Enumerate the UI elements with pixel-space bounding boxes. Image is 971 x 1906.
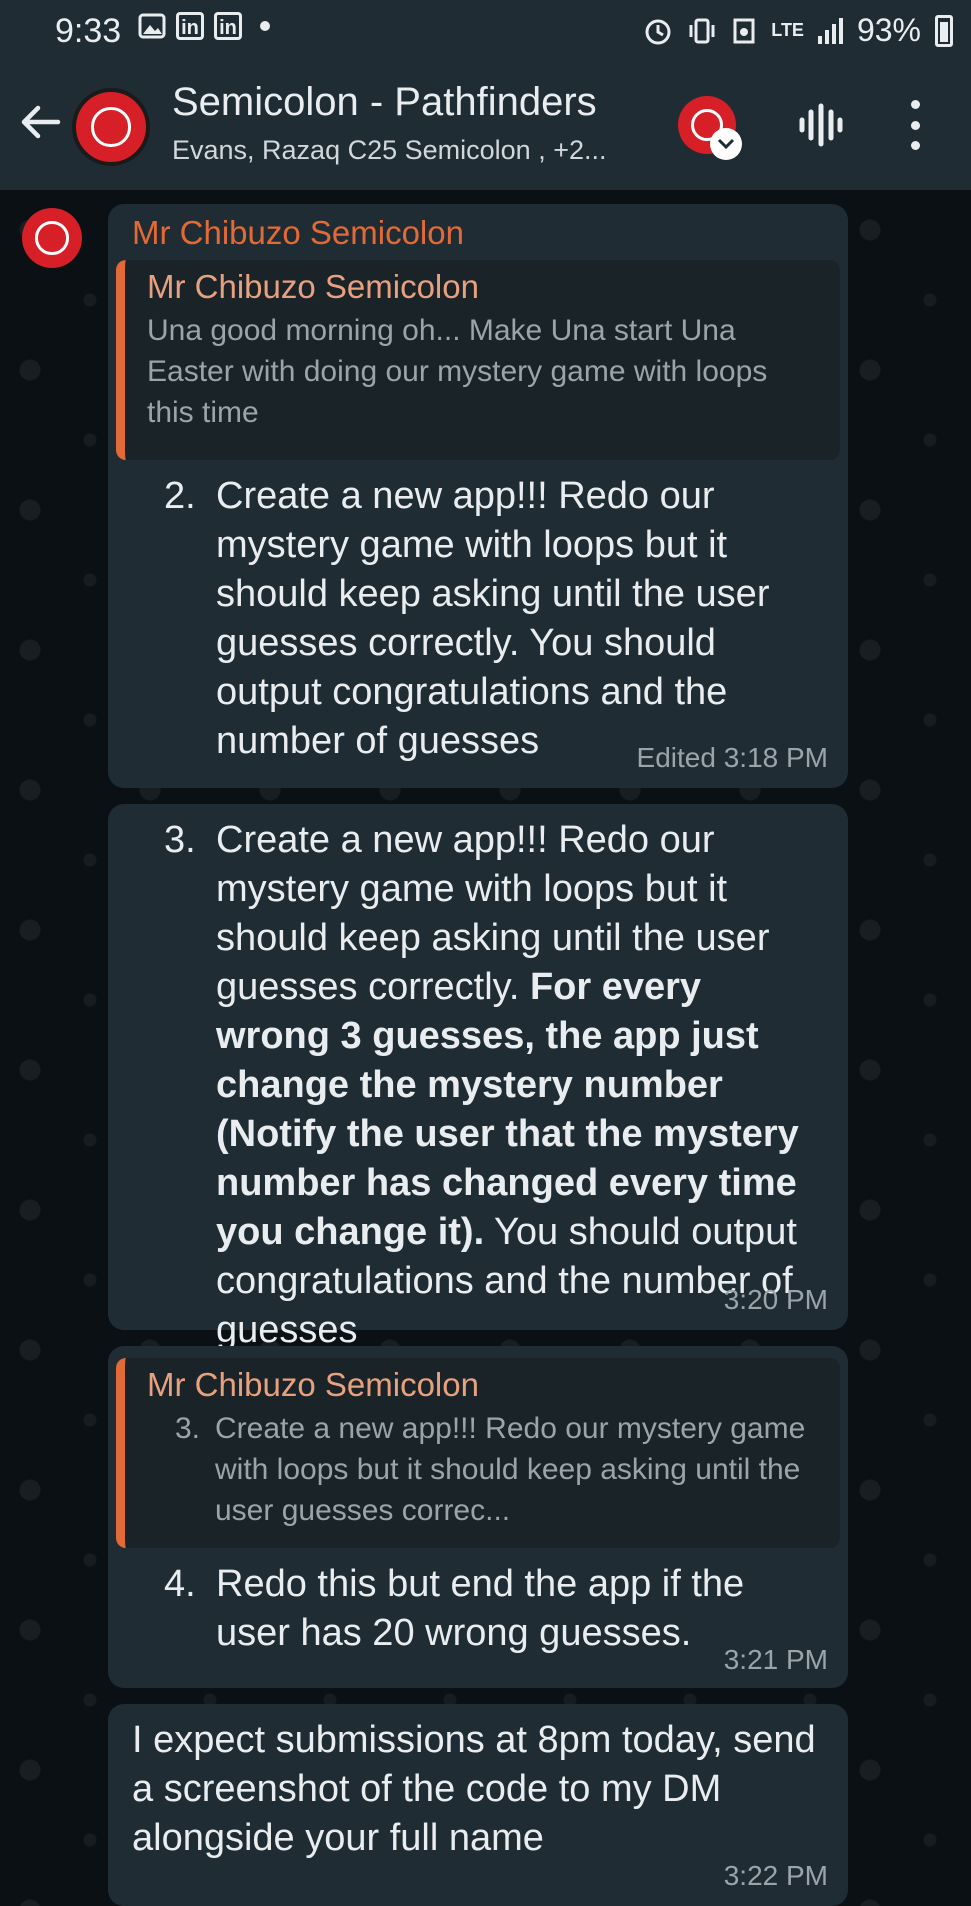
status-bar: 9:33 in in LTE 93% — [0, 0, 971, 60]
message-bubble[interactable]: 3. Create a new app!!! Redo our mystery … — [108, 804, 848, 1351]
data-saver-icon — [733, 18, 755, 43]
battery-percent: 93% — [856, 12, 921, 48]
system-icons: LTE 93% — [643, 12, 953, 49]
more-notifications-icon — [260, 21, 270, 31]
message-bubble[interactable]: Mr Chibuzo Semicolon 3. Create a new app… — [108, 1346, 848, 1688]
message-bubble[interactable]: I expect submissions at 8pm today, send … — [108, 1704, 848, 1906]
message-time: 3:22 PM — [723, 1860, 828, 1891]
more-options-icon[interactable] — [905, 100, 925, 150]
signal-icon — [817, 17, 843, 44]
list-number: 4. — [164, 1563, 196, 1605]
list-item-text: Create a new app!!! Redo our mystery gam… — [216, 819, 799, 1351]
linkedin-icon: in — [176, 12, 204, 40]
list-item-text: Create a new app!!! Redo our mystery gam… — [216, 475, 770, 762]
notification-icons: in in — [138, 12, 270, 40]
quote-text: Create a new app!!! Redo our mystery gam… — [215, 1412, 806, 1527]
sender-avatar[interactable] — [22, 208, 82, 268]
reply-quote[interactable]: Mr Chibuzo Semicolon 3. Create a new app… — [116, 1358, 840, 1548]
quote-list-number: 3. — [175, 1412, 201, 1445]
sender-name[interactable]: Mr Chibuzo Semicolon — [132, 214, 464, 252]
reply-quote[interactable]: Mr Chibuzo Semicolon Una good morning oh… — [116, 260, 840, 460]
quote-sender: Mr Chibuzo Semicolon — [147, 1366, 479, 1403]
message-text: 3. Create a new app!!! Redo our mystery … — [164, 816, 824, 1355]
gallery-icon — [138, 13, 166, 39]
alarm-icon — [645, 19, 671, 44]
message-bubble[interactable]: Mr Chibuzo Semicolon Mr Chibuzo Semicolo… — [108, 204, 848, 788]
quote-text: Una good morning oh... Make Una start Un… — [147, 314, 768, 429]
message-text: 2. Create a new app!!! Redo our mystery … — [164, 472, 824, 766]
status-time: 9:33 — [55, 12, 122, 50]
linkedin-icon: in — [214, 12, 242, 40]
bold-text: For every wrong 3 guesses, the app just … — [216, 966, 799, 1253]
list-number: 2. — [164, 475, 196, 517]
message-text: I expect submissions at 8pm today, send … — [132, 1719, 816, 1859]
back-arrow-icon[interactable] — [18, 100, 62, 144]
voice-chat-icon[interactable] — [796, 100, 846, 150]
chat-header: Semicolon - Pathfinders Evans, Razaq C25… — [0, 60, 971, 190]
list-number: 3. — [164, 819, 196, 861]
message-time: 3:21 PM — [723, 1644, 828, 1675]
message-time: 3:20 PM — [723, 1284, 828, 1315]
battery-icon — [935, 14, 953, 47]
network-type: LTE — [771, 20, 804, 40]
quote-sender: Mr Chibuzo Semicolon — [147, 268, 479, 305]
chevron-down-icon[interactable] — [710, 128, 742, 160]
message-time: Edited 3:18 PM — [636, 742, 828, 773]
group-avatar[interactable] — [72, 88, 150, 166]
chat-area: Mr Chibuzo Semicolon Mr Chibuzo Semicolo… — [0, 190, 971, 1906]
chat-title[interactable]: Semicolon - Pathfinders — [172, 80, 597, 125]
vibrate-icon — [689, 18, 715, 43]
chat-members[interactable]: Evans, Razaq C25 Semicolon , +2... — [172, 135, 606, 166]
